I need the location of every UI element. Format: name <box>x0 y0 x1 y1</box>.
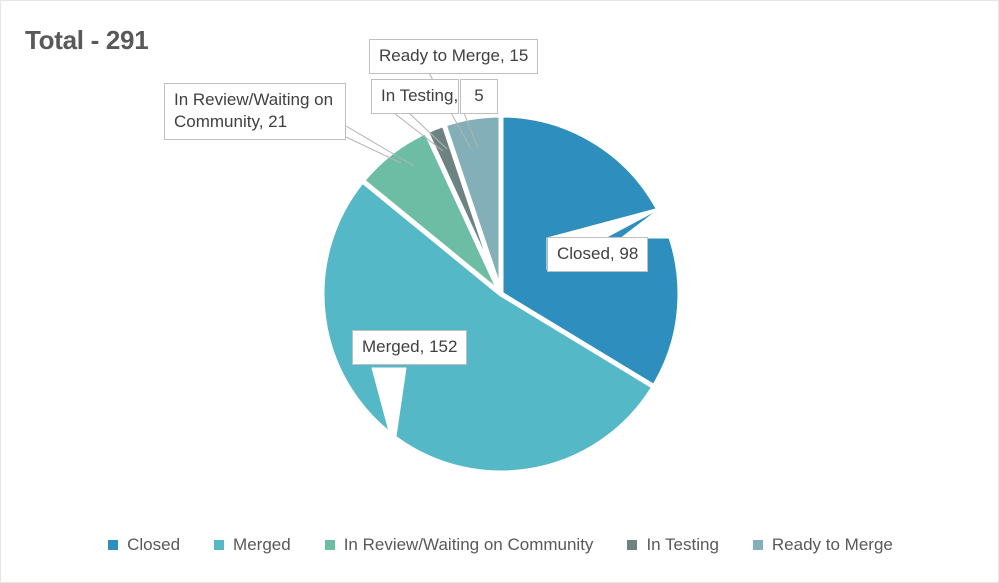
chart-legend: Closed Merged In Review/Waiting on Communi… <box>1 535 998 555</box>
legend-item[interactable]: Merged <box>214 535 291 555</box>
legend-swatch-icon <box>108 540 119 550</box>
pie-slices-group <box>319 112 683 476</box>
legend-swatch-icon <box>627 540 638 550</box>
legend-item[interactable]: Closed <box>108 535 180 555</box>
pie-chart-graphic <box>319 70 683 476</box>
legend-item-label: In Review/Waiting on Community <box>343 535 594 554</box>
data-label-in-testing-value: 5 <box>460 79 498 114</box>
legend-item[interactable]: Ready to Merge <box>752 535 893 555</box>
data-label-closed: Closed, 98 <box>547 237 649 272</box>
legend-item[interactable]: In Testing <box>627 535 719 555</box>
data-label-ready-to-merge: Ready to Merge, 15 <box>369 39 539 74</box>
legend-item-label: In Testing <box>646 535 719 554</box>
legend-swatch-icon <box>752 540 763 550</box>
data-label-in-testing: In Testing, <box>371 79 459 114</box>
data-label-in-review: In Review/Waiting on Community, 21 <box>164 83 346 140</box>
legend-item[interactable]: In Review/Waiting on Community <box>324 535 594 555</box>
pie-chart-container: Total - 291 Closed, 98 Merged, 152 In Re… <box>0 0 999 583</box>
legend-swatch-icon <box>214 540 225 550</box>
legend-item-label: Merged <box>233 535 291 554</box>
legend-item-label: Ready to Merge <box>771 535 893 554</box>
data-label-merged: Merged, 152 <box>352 330 468 365</box>
legend-swatch-icon <box>324 540 335 550</box>
legend-item-label: Closed <box>127 535 181 554</box>
